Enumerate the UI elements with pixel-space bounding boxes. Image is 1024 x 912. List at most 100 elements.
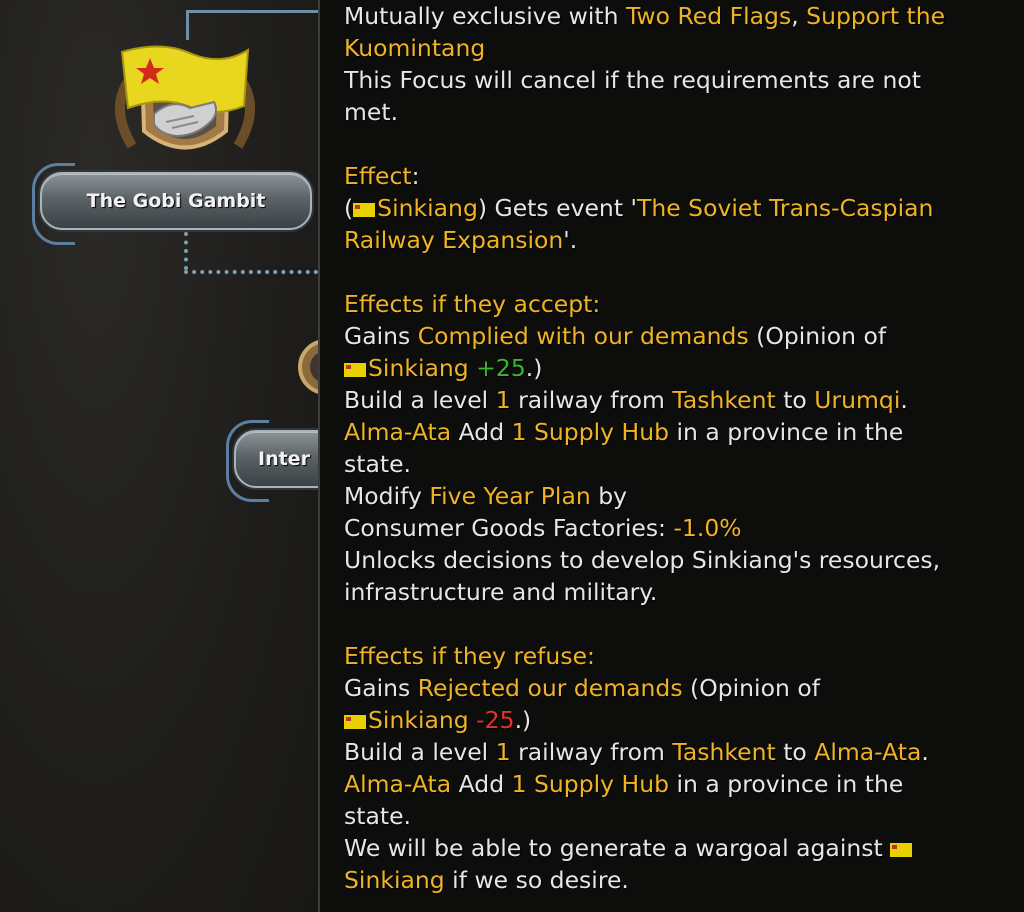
supply-hub: 1 Supply Hub: [511, 770, 670, 798]
tooltip-text: by: [590, 482, 628, 510]
tooltip-gap: [344, 128, 1024, 160]
tooltip-gap: [344, 256, 1024, 288]
focus-link-support-kuomintang: Kuomintang: [344, 34, 486, 62]
country-name: Sinkiang: [344, 866, 445, 894]
tooltip-text: Gains: [344, 322, 418, 350]
tooltip-line: Railway Expansion'.: [344, 224, 1024, 256]
tree-connector-dotted: [184, 270, 318, 274]
tooltip-line: ( Sinkiang) Gets event 'The Soviet Trans-…: [344, 192, 1024, 224]
tooltip-text: railway from: [510, 738, 673, 766]
modifier-value: -1.0%: [673, 514, 742, 542]
tooltip-text: in a province in the: [669, 770, 904, 798]
effect-heading: Effect: [344, 162, 412, 190]
country-name: Sinkiang: [377, 194, 478, 222]
event-name: The Soviet Trans-Caspian: [636, 194, 934, 222]
tooltip-text: .): [514, 706, 532, 734]
yellow-flag-handshake-icon: [115, 45, 255, 150]
supply-hub: 1 Supply Hub: [511, 418, 670, 446]
focus-link-two-red-flags: Two Red Flags: [625, 2, 792, 30]
tooltip-line: state.: [344, 448, 1024, 480]
tooltip-text: .): [525, 354, 543, 382]
tooltip-text: Gains: [344, 674, 418, 702]
tooltip-line: We will be able to generate a wargoal ag…: [344, 832, 1024, 864]
opinion-modifier: Rejected our demands: [417, 674, 683, 702]
tooltip-text: to: [775, 738, 815, 766]
tooltip-text: :: [411, 162, 420, 190]
tooltip-text: railway from: [510, 386, 673, 414]
location-name: Urumqi: [814, 386, 901, 414]
opinion-value-positive: +25: [468, 354, 526, 382]
tooltip-text: This Focus will cancel if the requiremen…: [344, 66, 921, 94]
tooltip-text: Build a level: [344, 386, 496, 414]
tooltip-text: if we so desire.: [444, 866, 629, 894]
tooltip-line: Build a level 1 railway from Tashkent to…: [344, 384, 1024, 416]
tooltip-line: Sinkiang if we so desire.: [344, 864, 1024, 896]
idea-name: Five Year Plan: [429, 482, 591, 510]
sinkiang-flag-icon: [890, 843, 913, 857]
tooltip-text: .: [921, 738, 929, 766]
tooltip-text: Mutually exclusive with: [344, 2, 626, 30]
tooltip-text: Modify: [344, 482, 430, 510]
tooltip-text: to: [775, 386, 815, 414]
tooltip-line: Effects if they accept:: [344, 288, 1024, 320]
tooltip-line: Sinkiang -25.): [344, 704, 1024, 736]
sinkiang-flag-icon: [344, 715, 366, 729]
tooltip-text: Add: [451, 418, 512, 446]
focus-gobi-gambit-label[interactable]: The Gobi Gambit: [40, 172, 312, 230]
opinion-modifier: Complied with our demands: [417, 322, 749, 350]
tooltip-line: Kuomintang: [344, 32, 1024, 64]
round-emblem-icon: [298, 340, 318, 394]
location-name: Alma-Ata: [344, 418, 452, 446]
railway-level: 1: [495, 738, 511, 766]
tooltip-line: Modify Five Year Plan by: [344, 480, 1024, 512]
location-name: Tashkent: [672, 386, 776, 414]
location-name: Alma-Ata: [814, 738, 922, 766]
tooltip-line: Consumer Goods Factories: -1.0%: [344, 512, 1024, 544]
railway-level: 1: [495, 386, 511, 414]
tree-connector-dotted: [184, 232, 188, 270]
tooltip-text: Build a level: [344, 738, 496, 766]
tooltip-text: ,: [791, 2, 807, 30]
tree-connector: [186, 10, 318, 13]
accept-heading: Effects if they accept:: [344, 290, 601, 318]
tooltip-line: Gains Rejected our demands (Opinion of: [344, 672, 1024, 704]
refuse-heading: Effects if they refuse:: [344, 642, 595, 670]
focus-partial-label[interactable]: Inter: [234, 430, 318, 488]
tooltip-line: infrastructure and military.: [344, 576, 1024, 608]
focus-partial-icon[interactable]: [296, 322, 318, 412]
tooltip-line: Effects if they refuse:: [344, 640, 1024, 672]
tooltip-line: state.: [344, 800, 1024, 832]
tooltip-text: (Opinion of: [748, 322, 887, 350]
sinkiang-flag-icon: [353, 203, 376, 217]
tooltip-gap: [344, 608, 1024, 640]
tooltip-line: met.: [344, 96, 1024, 128]
focus-partial-label-text: Inter: [258, 448, 310, 470]
tooltip-line: Effect:: [344, 160, 1024, 192]
focus-gobi-gambit-icon[interactable]: [102, 36, 268, 171]
tooltip-text: '.: [563, 226, 578, 254]
location-name: Alma-Ata: [344, 770, 452, 798]
tooltip-line: This Focus will cancel if the requiremen…: [344, 64, 1024, 96]
tooltip-text: (Opinion of: [682, 674, 820, 702]
tooltip-text: in a province in the: [669, 418, 904, 446]
event-name: Railway Expansion: [344, 226, 564, 254]
country-name: Sinkiang: [368, 354, 469, 382]
focus-link-support-kuomintang: Support the: [806, 2, 946, 30]
tooltip-text: (: [344, 194, 354, 222]
tooltip-line: Sinkiang +25.): [344, 352, 1024, 384]
focus-tooltip: Mutually exclusive with Two Red Flags, S…: [318, 0, 1024, 912]
tooltip-text: Unlocks decisions to develop Sinkiang's …: [344, 546, 941, 574]
tooltip-line: Mutually exclusive with Two Red Flags, S…: [344, 0, 1024, 32]
tooltip-text: infrastructure and military.: [344, 578, 658, 606]
tooltip-text: We will be able to generate a wargoal ag…: [344, 834, 891, 862]
opinion-value-negative: -25: [468, 706, 515, 734]
tooltip-text: Consumer Goods Factories:: [344, 514, 674, 542]
tooltip-text: state.: [344, 450, 412, 478]
tooltip-text: .: [900, 386, 908, 414]
tooltip-line: Alma-Ata Add 1 Supply Hub in a province …: [344, 416, 1024, 448]
location-name: Tashkent: [672, 738, 776, 766]
focus-tree: The Gobi Gambit Inter: [0, 0, 318, 912]
tooltip-text: Add: [451, 770, 512, 798]
tooltip-line: Gains Complied with our demands (Opinion…: [344, 320, 1024, 352]
tooltip-text: ) Gets event ': [477, 194, 637, 222]
